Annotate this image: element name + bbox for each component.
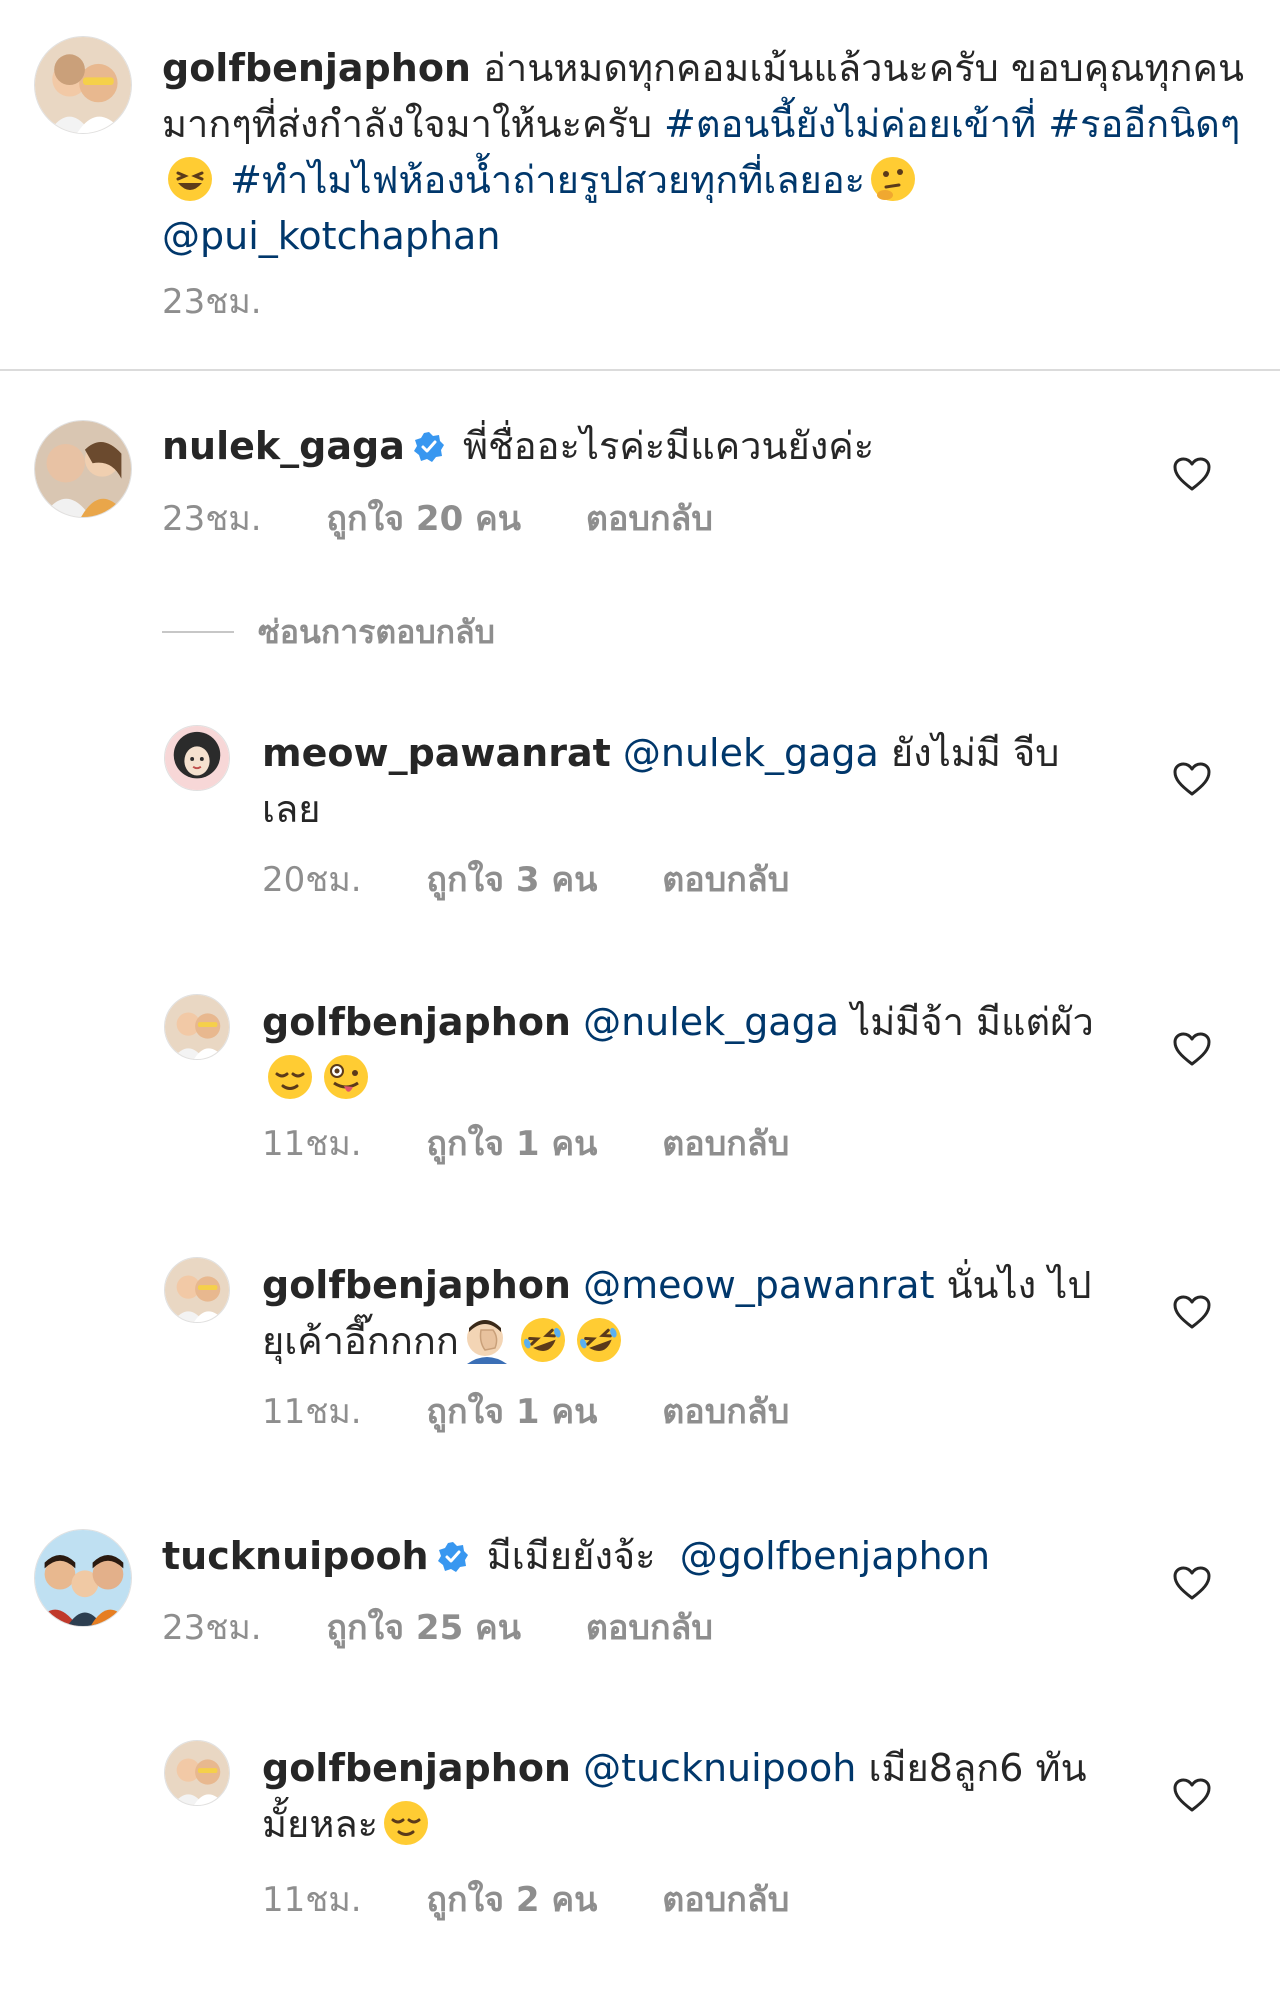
heart-outline-icon [1173,1778,1211,1812]
heart-outline-icon [1173,457,1211,491]
reply-text: golfbenjaphon @meow_pawanrat นั่นไง ไปยุ… [262,1257,1112,1369]
reply-button[interactable]: ตอบกลับ [662,1878,789,1922]
avatar[interactable] [34,420,132,518]
heart-outline-icon [1173,762,1211,796]
reply-meta: 11ชม. ถูกใจ 1 คน ตอบกลับ [262,1122,789,1166]
like-button[interactable] [1172,1777,1212,1813]
comment-time: 23ชม. [162,499,262,539]
reply-text: golfbenjaphon @tucknuipooh เมีย8ลูก6 ทัน… [262,1740,1112,1852]
reply-mention[interactable]: @tucknuipooh [583,1746,856,1790]
profile-photo-icon [165,1258,229,1322]
caption-hashtag[interactable]: #ทำไมไฟห้องน้ำถ่ายรูปสวยทุกที่เลยอะ [230,158,865,202]
reply-button[interactable]: ตอบกลับ [662,1122,789,1166]
caption-username[interactable]: golfbenjaphon [162,46,471,90]
caption-hashtag[interactable]: #ตอนนี้ยังไม่ค่อยเข้าที่ [664,102,1036,146]
comment-mention[interactable]: @golfbenjaphon [680,1534,990,1578]
divider [0,369,1280,371]
reply-button[interactable]: ตอบกลับ [586,1606,713,1650]
reply-likes[interactable]: ถูกใจ 1 คน [426,1390,597,1434]
reply-likes[interactable]: ถูกใจ 3 คน [426,858,597,902]
comment-likes[interactable]: ถูกใจ 20 คน [326,497,521,541]
reply-time: 11ชม. [262,1392,362,1432]
verified-badge-icon [437,1541,469,1573]
caption-time-label: 23ชม. [162,282,262,322]
caption-hashtag[interactable]: #รออีกนิดๆ [1048,102,1240,146]
reply-time: 11ชม. [262,1880,362,1920]
reply-button[interactable]: ตอบกลับ [586,497,713,541]
reply-mention[interactable]: @meow_pawanrat [583,1263,934,1307]
comment-username[interactable]: tucknuipooh [162,1534,429,1578]
avatar[interactable] [34,36,132,134]
grinning-squinting-face-emoji [166,155,214,203]
post-caption: golfbenjaphon อ่านหมดทุกคอมเม้นแล้วนะครั… [0,0,1280,370]
reply-text: golfbenjaphon @nulek_gaga ไม่มีจ้า มีแต่… [262,994,1112,1106]
reply-likes[interactable]: ถูกใจ 1 คน [426,1122,597,1166]
reply-meta: 11ชม. ถูกใจ 1 คน ตอบกลับ [262,1390,789,1434]
reply-time: 11ชม. [262,1124,362,1164]
hide-replies-button[interactable]: ซ่อนการตอบกลับ [162,610,495,654]
reply-meta: 20ชม. ถูกใจ 3 คน ตอบกลับ [262,858,789,902]
heart-outline-icon [1173,1295,1211,1329]
heart-outline-icon [1173,1566,1211,1600]
comment-body: มีเมียยังจ้ะ [486,1534,656,1578]
avatar[interactable] [164,725,230,791]
reply-username[interactable]: golfbenjaphon [262,1746,571,1790]
reply-mention[interactable]: @nulek_gaga [583,1000,839,1044]
caption-text: golfbenjaphon อ่านหมดทุกคอมเม้นแล้วนะครั… [162,40,1252,264]
profile-photo-icon [165,726,229,790]
profile-photo-icon [165,1741,229,1805]
reply-likes[interactable]: ถูกใจ 2 คน [426,1878,597,1922]
comment-text: tucknuipooh มีเมียยังจ้ะ @golfbenjaphon [162,1528,1142,1584]
reply-text: meow_pawanrat @nulek_gaga ยังไม่มี จีบเล… [262,725,1092,837]
avatar[interactable] [164,994,230,1060]
like-button[interactable] [1172,456,1212,492]
comment-username[interactable]: nulek_gaga [162,424,405,468]
comment-body: พี่ชื่ออะไรค่ะมีแควนยังค่ะ [462,424,875,468]
avatar[interactable] [34,1529,132,1627]
facepalm-emoji [463,1316,511,1364]
caption-time: 23ชม. [162,280,262,324]
caption-mention[interactable]: @pui_kotchaphan [162,214,500,258]
profile-photo-icon [35,421,131,517]
like-button[interactable] [1172,761,1212,797]
comment-meta: 23ชม. ถูกใจ 25 คน ตอบกลับ [162,1606,713,1650]
heart-outline-icon [1173,1032,1211,1066]
rolling-on-floor-laughing-emoji [519,1316,567,1364]
profile-photo-icon [35,37,131,133]
thinking-face-emoji [869,155,917,203]
reply-body: ไม่มีจ้า มีแต่ผัว [851,1000,1094,1044]
avatar[interactable] [164,1257,230,1323]
zany-face-emoji [322,1053,370,1101]
profile-photo-icon [165,995,229,1059]
reply-meta: 11ชม. ถูกใจ 2 คน ตอบกลับ [262,1878,789,1922]
comment-meta: 23ชม. ถูกใจ 20 คน ตอบกลับ [162,497,713,541]
divider [162,631,234,633]
relieved-face-emoji [266,1053,314,1101]
reply-mention[interactable]: @nulek_gaga [623,731,879,775]
reply-username[interactable]: golfbenjaphon [262,1000,571,1044]
like-button[interactable] [1172,1294,1212,1330]
comment-time: 23ชม. [162,1608,262,1648]
like-button[interactable] [1172,1031,1212,1067]
reply-time: 20ชม. [262,860,362,900]
relieved-face-emoji [382,1799,430,1847]
verified-badge-icon [413,431,445,463]
hide-replies-label: ซ่อนการตอบกลับ [258,612,495,651]
reply-username[interactable]: meow_pawanrat [262,731,611,775]
reply-button[interactable]: ตอบกลับ [662,1390,789,1434]
reply-username[interactable]: golfbenjaphon [262,1263,571,1307]
rolling-on-floor-laughing-emoji [575,1316,623,1364]
comment-likes[interactable]: ถูกใจ 25 คน [326,1606,521,1650]
profile-photo-icon [35,1530,131,1626]
like-button[interactable] [1172,1565,1212,1601]
reply-button[interactable]: ตอบกลับ [662,858,789,902]
avatar[interactable] [164,1740,230,1806]
comment-text: nulek_gaga พี่ชื่ออะไรค่ะมีแควนยังค่ะ [162,418,1142,474]
